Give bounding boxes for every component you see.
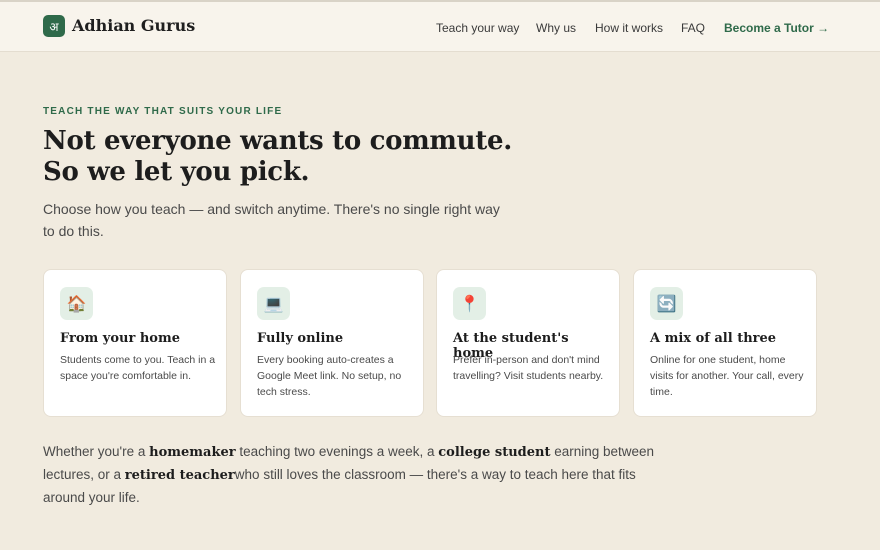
site-header: अ Adhian Gurus Teach your way Why us How… [0, 2, 880, 52]
nav-why-us[interactable]: Why us [536, 19, 576, 37]
card-mix-of-all-three: 🔄 A mix of all three Online for one stud… [633, 269, 817, 417]
audience-paragraph: Whether you're a homemaker teaching two … [43, 441, 663, 509]
card-fully-online: 💻 Fully online Every booking auto-create… [240, 269, 424, 417]
hero-subtitle: Choose how you teach — and switch anytim… [43, 201, 500, 239]
card-from-your-home: 🏠 From your home Students come to you. T… [43, 269, 227, 417]
card-title: A mix of all three [650, 331, 777, 346]
highlight-homemaker: homemaker [149, 445, 236, 460]
highlight-retired-teacher: retired teacher [124, 468, 235, 483]
card-title: From your home [60, 331, 181, 346]
pin-icon: 📍 [453, 287, 486, 320]
house-icon: 🏠 [60, 287, 93, 320]
paragraph-text: Whether you're a [43, 444, 150, 459]
card-text: Every booking auto-creates a Google Meet… [257, 354, 402, 398]
hero-eyebrow: TEACH THE WAY THAT SUITS YOUR LIFE [43, 106, 283, 117]
nav-faq[interactable]: FAQ [681, 19, 705, 37]
nav-teach-your-way[interactable]: Teach your way [436, 19, 519, 37]
highlight-college-student: college student [438, 445, 551, 460]
card-text: Online for one student, home visits for … [650, 354, 804, 398]
hero-title: Not everyone wants to commute. So we let… [43, 126, 512, 187]
laptop-icon: 💻 [257, 287, 290, 320]
paragraph-text: teaching two evenings a week, a [235, 444, 439, 459]
become-tutor-button[interactable]: Become a Tutor → [724, 19, 829, 37]
card-text: Students come to you. Teach in a space y… [60, 354, 216, 382]
nav-how-it-works[interactable]: How it works [595, 19, 663, 37]
card-at-students-home: 📍 At the student's home Prefer in-person… [436, 269, 620, 417]
logo-icon[interactable]: अ [43, 15, 65, 37]
brand-name[interactable]: Adhian Gurus [72, 15, 195, 37]
cycle-icon: 🔄 [650, 287, 683, 320]
card-title: Fully online [257, 331, 344, 346]
card-text: Prefer in-person and don't mind travelli… [453, 354, 604, 382]
